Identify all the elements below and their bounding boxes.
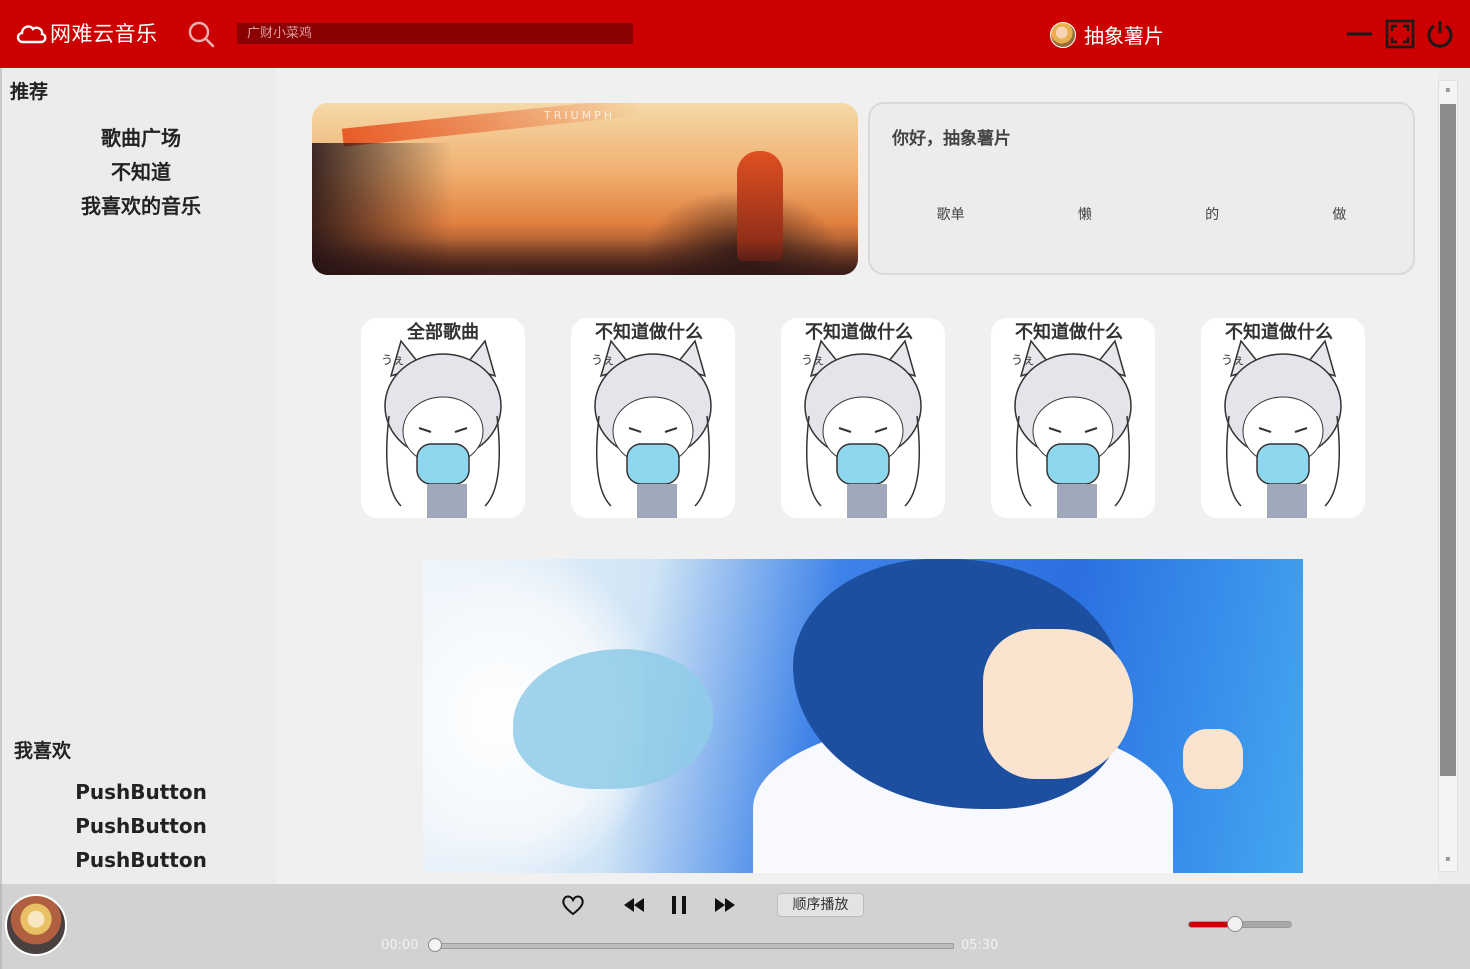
banner-image[interactable]: TRIUMPH (312, 103, 858, 275)
playlist-card-3[interactable]: うぇ 不知道做什么 (781, 318, 945, 518)
heart-icon[interactable] (560, 892, 586, 918)
player-bar: 顺序播放 00:00 05:30 (0, 884, 1470, 969)
banner-caption: TRIUMPH (544, 109, 616, 122)
total-time: 05:30 (961, 938, 999, 953)
search-icon[interactable] (186, 19, 216, 49)
minimize-icon[interactable] (1344, 18, 1376, 50)
favorites-button-1[interactable]: PushButton (4, 780, 278, 804)
play-mode-button[interactable]: 顺序播放 (777, 893, 864, 917)
main-content: TRIUMPH 你好，抽象薯片 歌单 懒 的 做 うぇ 全部歌曲 うぇ 不知道做… (276, 68, 1438, 884)
username: 抽象薯片 (1084, 24, 1164, 48)
svg-text:うぇ: うぇ (801, 353, 825, 367)
user-avatar (1050, 21, 1076, 48)
tag-lazy[interactable]: 懒 (1078, 204, 1092, 224)
card-title: 不知道做什么 (805, 322, 913, 343)
tag-playlist[interactable]: 歌单 (937, 204, 965, 224)
favorites-button-2[interactable]: PushButton (4, 814, 278, 838)
sidebar: 推荐 歌曲广场 不知道 我喜欢的音乐 我喜欢 PushButton PushBu… (0, 68, 276, 884)
card-title: 全部歌曲 (407, 322, 479, 343)
user-profile[interactable]: 抽象薯片 (1050, 20, 1164, 49)
svg-text:うぇ: うぇ (381, 353, 405, 367)
progress-slider[interactable] (435, 943, 954, 949)
cloud-icon (16, 25, 47, 44)
album-cover[interactable] (5, 894, 67, 956)
welcome-panel: 你好，抽象薯片 歌单 懒 的 做 (868, 102, 1415, 275)
svg-text:うぇ: うぇ (1011, 353, 1035, 367)
svg-text:うぇ: うぇ (1221, 353, 1245, 367)
banner-art-ground (312, 239, 858, 275)
pause-icon[interactable] (666, 892, 692, 918)
playlist-card-4[interactable]: うぇ 不知道做什么 (991, 318, 1155, 518)
next-icon[interactable] (712, 892, 738, 918)
tag-de[interactable]: 的 (1205, 204, 1219, 224)
welcome-greeting: 你好，抽象薯片 (892, 129, 1011, 149)
playlist-card-2[interactable]: うぇ 不知道做什么 (571, 318, 735, 518)
app-logo[interactable]: 网难云音乐 (14, 18, 158, 48)
recommend-section-title: 推荐 (10, 81, 49, 103)
chibi-cat-girl-image: うぇ (801, 339, 922, 518)
progress-handle[interactable] (428, 938, 442, 952)
chibi-cat-girl-image: うぇ (591, 339, 712, 518)
hero-fist (1183, 729, 1243, 789)
favorites-section-title: 我喜欢 (14, 740, 72, 762)
search-input[interactable] (237, 23, 633, 44)
scroll-up-arrow-icon[interactable]: ▪ (1444, 86, 1452, 94)
playlist-card-all-songs[interactable]: うぇ 全部歌曲 (361, 318, 525, 518)
sidebar-item-song-square[interactable]: 歌曲广场 (4, 122, 278, 151)
previous-icon[interactable] (621, 892, 647, 918)
favorites-button-3[interactable]: PushButton (4, 848, 278, 872)
chibi-cat-girl-image: うぇ (1011, 339, 1132, 518)
title-bar: 网难云音乐 抽象薯片 (0, 0, 1470, 68)
card-title: 不知道做什么 (595, 322, 703, 343)
playlist-card-5[interactable]: うぇ 不知道做什么 (1201, 318, 1365, 518)
card-title: 不知道做什么 (1015, 322, 1123, 343)
chibi-cat-girl-image: うぇ (1221, 339, 1342, 518)
chibi-cat-girl-image: うぇ (381, 339, 502, 518)
scrollbar-thumb[interactable] (1440, 104, 1456, 776)
welcome-tags: 歌单 懒 的 做 (870, 204, 1413, 224)
sidebar-item-liked-music[interactable]: 我喜欢的音乐 (4, 190, 278, 219)
svg-text:うぇ: うぇ (591, 353, 615, 367)
tag-do[interactable]: 做 (1332, 204, 1346, 224)
featured-image[interactable] (423, 559, 1303, 873)
scroll-down-arrow-icon[interactable]: ▪ (1444, 855, 1452, 863)
card-title: 不知道做什么 (1225, 322, 1333, 343)
current-time: 00:00 (381, 938, 419, 953)
sidebar-item-unknown[interactable]: 不知道 (4, 156, 278, 185)
app-name: 网难云音乐 (50, 22, 158, 46)
fullscreen-icon[interactable] (1384, 18, 1416, 50)
power-icon[interactable] (1424, 18, 1456, 50)
volume-handle[interactable] (1226, 916, 1243, 932)
